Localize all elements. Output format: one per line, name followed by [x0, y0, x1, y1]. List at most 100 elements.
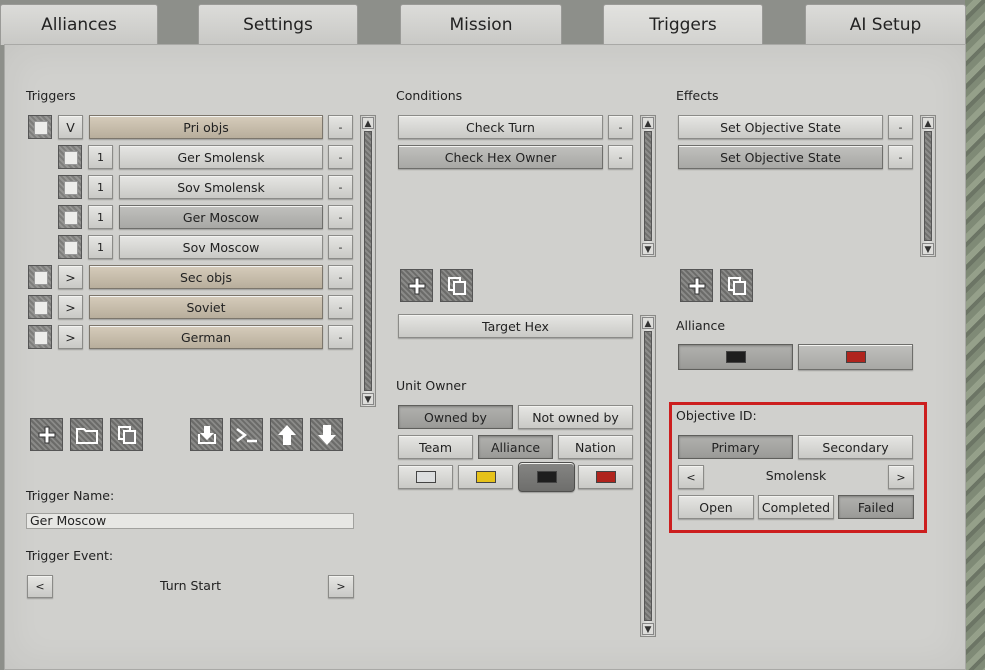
- add-icon[interactable]: [680, 269, 713, 302]
- scroll-up-icon[interactable]: ▲: [362, 117, 374, 129]
- scroll-thumb[interactable]: [644, 331, 652, 621]
- conditions-scrollbar[interactable]: ▲ ▼: [640, 115, 656, 257]
- scroll-thumb[interactable]: [924, 131, 932, 241]
- trigger-expand-toggle[interactable]: >: [58, 295, 83, 319]
- color-swatch: [725, 351, 746, 363]
- remove-trigger-button[interactable]: -: [328, 235, 353, 259]
- trigger-item[interactable]: Sov Moscow: [119, 235, 323, 259]
- remove-trigger-button[interactable]: -: [328, 325, 353, 349]
- team-button[interactable]: Team: [398, 435, 473, 459]
- trigger-item[interactable]: Sec objs: [89, 265, 323, 289]
- trigger-item[interactable]: German: [89, 325, 323, 349]
- tab-mission[interactable]: Mission: [400, 4, 562, 45]
- unit-owner-label: Unit Owner: [396, 378, 467, 393]
- background-map-strip: [965, 0, 985, 670]
- trigger-enable-checkbox[interactable]: [28, 325, 52, 349]
- remove-trigger-button[interactable]: -: [328, 265, 353, 289]
- remove-trigger-button[interactable]: -: [328, 145, 353, 169]
- trigger-enable-checkbox[interactable]: [58, 175, 82, 199]
- target-hex-button[interactable]: Target Hex: [398, 314, 633, 338]
- scroll-up-icon[interactable]: ▲: [922, 117, 934, 129]
- trigger-count-badge[interactable]: 1: [88, 145, 113, 169]
- alliance-color-black-button[interactable]: [678, 344, 793, 370]
- trigger-name-input[interactable]: Ger Moscow: [26, 513, 354, 529]
- copy-icon[interactable]: [720, 269, 753, 302]
- trigger-enable-checkbox[interactable]: [58, 235, 82, 259]
- effect-item[interactable]: Set Objective State: [678, 115, 883, 139]
- condition-detail-scrollbar[interactable]: ▲ ▼: [640, 315, 656, 637]
- triggers-scrollbar[interactable]: ▲ ▼: [360, 115, 376, 407]
- remove-trigger-button[interactable]: -: [328, 175, 353, 199]
- owned-by-button[interactable]: Owned by: [398, 405, 513, 429]
- add-icon[interactable]: [30, 418, 63, 451]
- tab-ai-setup[interactable]: AI Setup: [805, 4, 966, 45]
- trigger-expand-toggle[interactable]: >: [58, 265, 83, 289]
- remove-trigger-button[interactable]: -: [328, 295, 353, 319]
- tab-alliances[interactable]: Alliances: [0, 4, 158, 45]
- tab-triggers[interactable]: Triggers: [603, 4, 763, 45]
- remove-trigger-button[interactable]: -: [328, 115, 353, 139]
- owner-color-yellow-button[interactable]: [458, 465, 513, 489]
- copy-icon[interactable]: [440, 269, 473, 302]
- trigger-enable-checkbox[interactable]: [58, 145, 82, 169]
- owner-color-white-button[interactable]: [398, 465, 453, 489]
- trigger-event-label: Trigger Event:: [26, 548, 114, 563]
- trigger-count-badge[interactable]: 1: [88, 205, 113, 229]
- trigger-item[interactable]: Ger Smolensk: [119, 145, 323, 169]
- trigger-item-selected[interactable]: Ger Moscow: [119, 205, 323, 229]
- trigger-event-prev-button[interactable]: <: [27, 575, 53, 598]
- trigger-name-label: Trigger Name:: [26, 488, 115, 503]
- import-icon[interactable]: [190, 418, 223, 451]
- scroll-thumb[interactable]: [364, 131, 372, 391]
- scroll-down-icon[interactable]: ▼: [642, 243, 654, 255]
- trigger-event-value: Turn Start: [159, 578, 221, 593]
- trigger-item[interactable]: Pri objs: [89, 115, 323, 139]
- console-icon[interactable]: [230, 418, 263, 451]
- not-owned-by-button[interactable]: Not owned by: [518, 405, 633, 429]
- arrow-down-icon[interactable]: [310, 418, 343, 451]
- owner-color-red-button[interactable]: [578, 465, 633, 489]
- trigger-expand-toggle[interactable]: >: [58, 325, 83, 349]
- scroll-up-icon[interactable]: ▲: [642, 317, 654, 329]
- trigger-expand-toggle[interactable]: V: [58, 115, 83, 139]
- effects-scrollbar[interactable]: ▲ ▼: [920, 115, 936, 257]
- scroll-down-icon[interactable]: ▼: [922, 243, 934, 255]
- highlight-box: [669, 402, 927, 533]
- trigger-enable-checkbox[interactable]: [28, 115, 52, 139]
- tab-label: Mission: [449, 15, 513, 35]
- trigger-count-badge[interactable]: 1: [88, 175, 113, 199]
- color-swatch: [845, 351, 866, 363]
- remove-condition-button[interactable]: -: [608, 145, 633, 169]
- editor-window: Alliances Settings Mission Triggers AI S…: [0, 0, 985, 670]
- scroll-down-icon[interactable]: ▼: [362, 393, 374, 405]
- scroll-down-icon[interactable]: ▼: [642, 623, 654, 635]
- tab-settings[interactable]: Settings: [198, 4, 358, 45]
- trigger-enable-checkbox[interactable]: [28, 265, 52, 289]
- effect-item-selected[interactable]: Set Objective State: [678, 145, 883, 169]
- tab-label: AI Setup: [849, 15, 922, 35]
- copy-icon[interactable]: [110, 418, 143, 451]
- nation-button[interactable]: Nation: [558, 435, 633, 459]
- remove-trigger-button[interactable]: -: [328, 205, 353, 229]
- remove-condition-button[interactable]: -: [608, 115, 633, 139]
- condition-item[interactable]: Check Turn: [398, 115, 603, 139]
- trigger-count-badge[interactable]: 1: [88, 235, 113, 259]
- trigger-event-next-button[interactable]: >: [328, 575, 354, 598]
- trigger-enable-checkbox[interactable]: [58, 205, 82, 229]
- trigger-item[interactable]: Sov Smolensk: [119, 175, 323, 199]
- trigger-enable-checkbox[interactable]: [28, 295, 52, 319]
- add-icon[interactable]: [400, 269, 433, 302]
- condition-item-selected[interactable]: Check Hex Owner: [398, 145, 603, 169]
- alliance-button[interactable]: Alliance: [478, 435, 553, 459]
- scroll-up-icon[interactable]: ▲: [642, 117, 654, 129]
- owner-color-black-button[interactable]: [518, 462, 575, 492]
- tab-label: Triggers: [649, 15, 717, 35]
- color-swatch: [475, 471, 496, 483]
- remove-effect-button[interactable]: -: [888, 145, 913, 169]
- arrow-up-icon[interactable]: [270, 418, 303, 451]
- alliance-color-red-button[interactable]: [798, 344, 913, 370]
- remove-effect-button[interactable]: -: [888, 115, 913, 139]
- trigger-item[interactable]: Soviet: [89, 295, 323, 319]
- scroll-thumb[interactable]: [644, 131, 652, 241]
- folder-icon[interactable]: [70, 418, 103, 451]
